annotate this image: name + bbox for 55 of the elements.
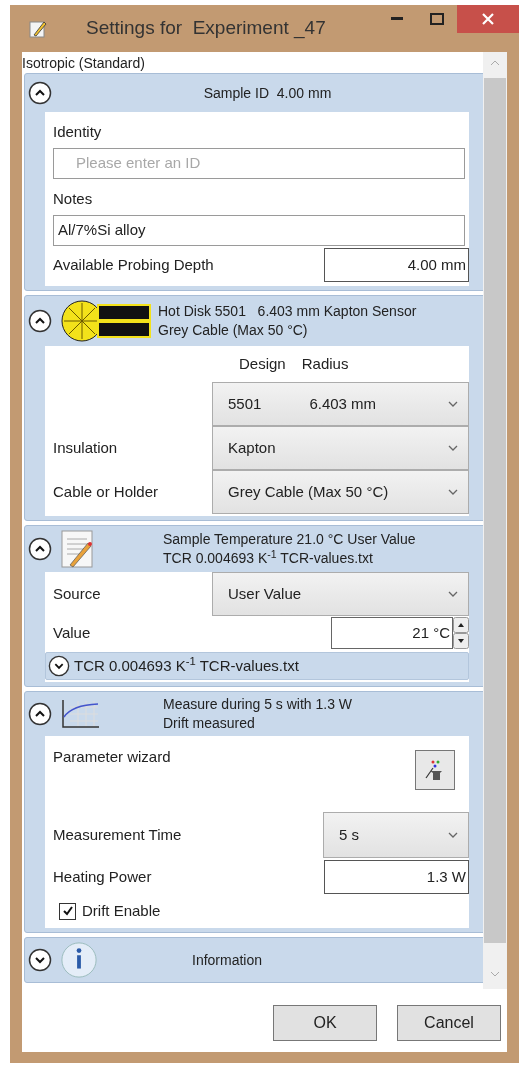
field-label: Radius [301,353,349,374]
field-label: Drift Enable [82,900,161,921]
section-summary: Information [192,950,263,970]
section-summary: Hot Disk 5501 6.403 mm Kapton Sensor [158,302,417,321]
ok-button[interactable]: OK [273,1005,377,1041]
section-summary: Sample Temperature 21.0 °C User Value [163,530,417,549]
sensor-icon [60,299,152,343]
subsection-summary: TCR 0.004693 K$^{-1}$ TCR-values.txt [74,654,299,676]
field-label: Heating Power [53,866,152,887]
field-label: Cable or Holder [53,481,159,502]
field-label: Source [53,583,101,604]
field-label: Notes [53,188,93,209]
field-label: Available Probing Depth [53,254,214,275]
number-field[interactable]: 21 °C [331,617,453,649]
field-label: Parameter wizard [53,747,171,767]
collapse-toggle[interactable] [28,81,52,105]
collapse-toggle[interactable] [28,309,52,333]
field-label: Insulation [53,437,118,458]
collapse-toggle[interactable] [28,702,52,726]
field-label: Design [239,353,286,374]
pencil-icon [28,18,48,39]
section-summary: TCR 0.004693 K$^{-1}$ TCR-values.txt [163,549,374,568]
chart-icon [60,699,100,729]
text-field[interactable]: Al/7%Si alloy [53,215,465,246]
dropdown[interactable]: 5501 6.403 mm [212,382,469,426]
cancel-button[interactable]: Cancel [397,1005,501,1041]
scroll-thumb[interactable] [484,78,506,943]
expand-toggle[interactable] [28,948,52,972]
dropdown[interactable]: Grey Cable (Max 50 °C) [212,470,469,514]
collapse-toggle[interactable] [28,537,52,561]
close-icon [482,13,494,25]
window-title: Settings for Experiment _47 [86,16,326,41]
section-summary: Sample ID 4.00 mm [203,83,332,103]
number-field[interactable]: 1.3 W [324,860,469,894]
scrollbar[interactable] [483,52,507,989]
notepad-icon [60,529,94,569]
section-summary: Measure during 5 s with 1.3 W [163,695,354,714]
wizard-button[interactable] [415,750,455,790]
dropdown[interactable]: Kapton [212,426,469,470]
field-label: Measurement Time [53,824,182,845]
material-label: Isotropic (Standard) [22,54,146,73]
field-label: Value [53,622,91,643]
spin-buttons[interactable] [453,617,469,649]
close-button[interactable] [457,5,519,33]
expand-toggle[interactable] [48,655,70,677]
section-summary: Grey Cable (Max 50 °C) [158,321,309,340]
minimize-icon [391,17,403,21]
dropdown[interactable]: User Value [212,572,469,616]
number-field[interactable]: 4.00 mm [324,248,469,282]
field-label: Identity [53,121,102,142]
maximize-icon [430,13,444,25]
dropdown[interactable]: 5 s [323,812,469,858]
section-summary: Drift measured [163,714,256,733]
info-icon [60,941,98,979]
checkbox[interactable] [59,902,76,920]
